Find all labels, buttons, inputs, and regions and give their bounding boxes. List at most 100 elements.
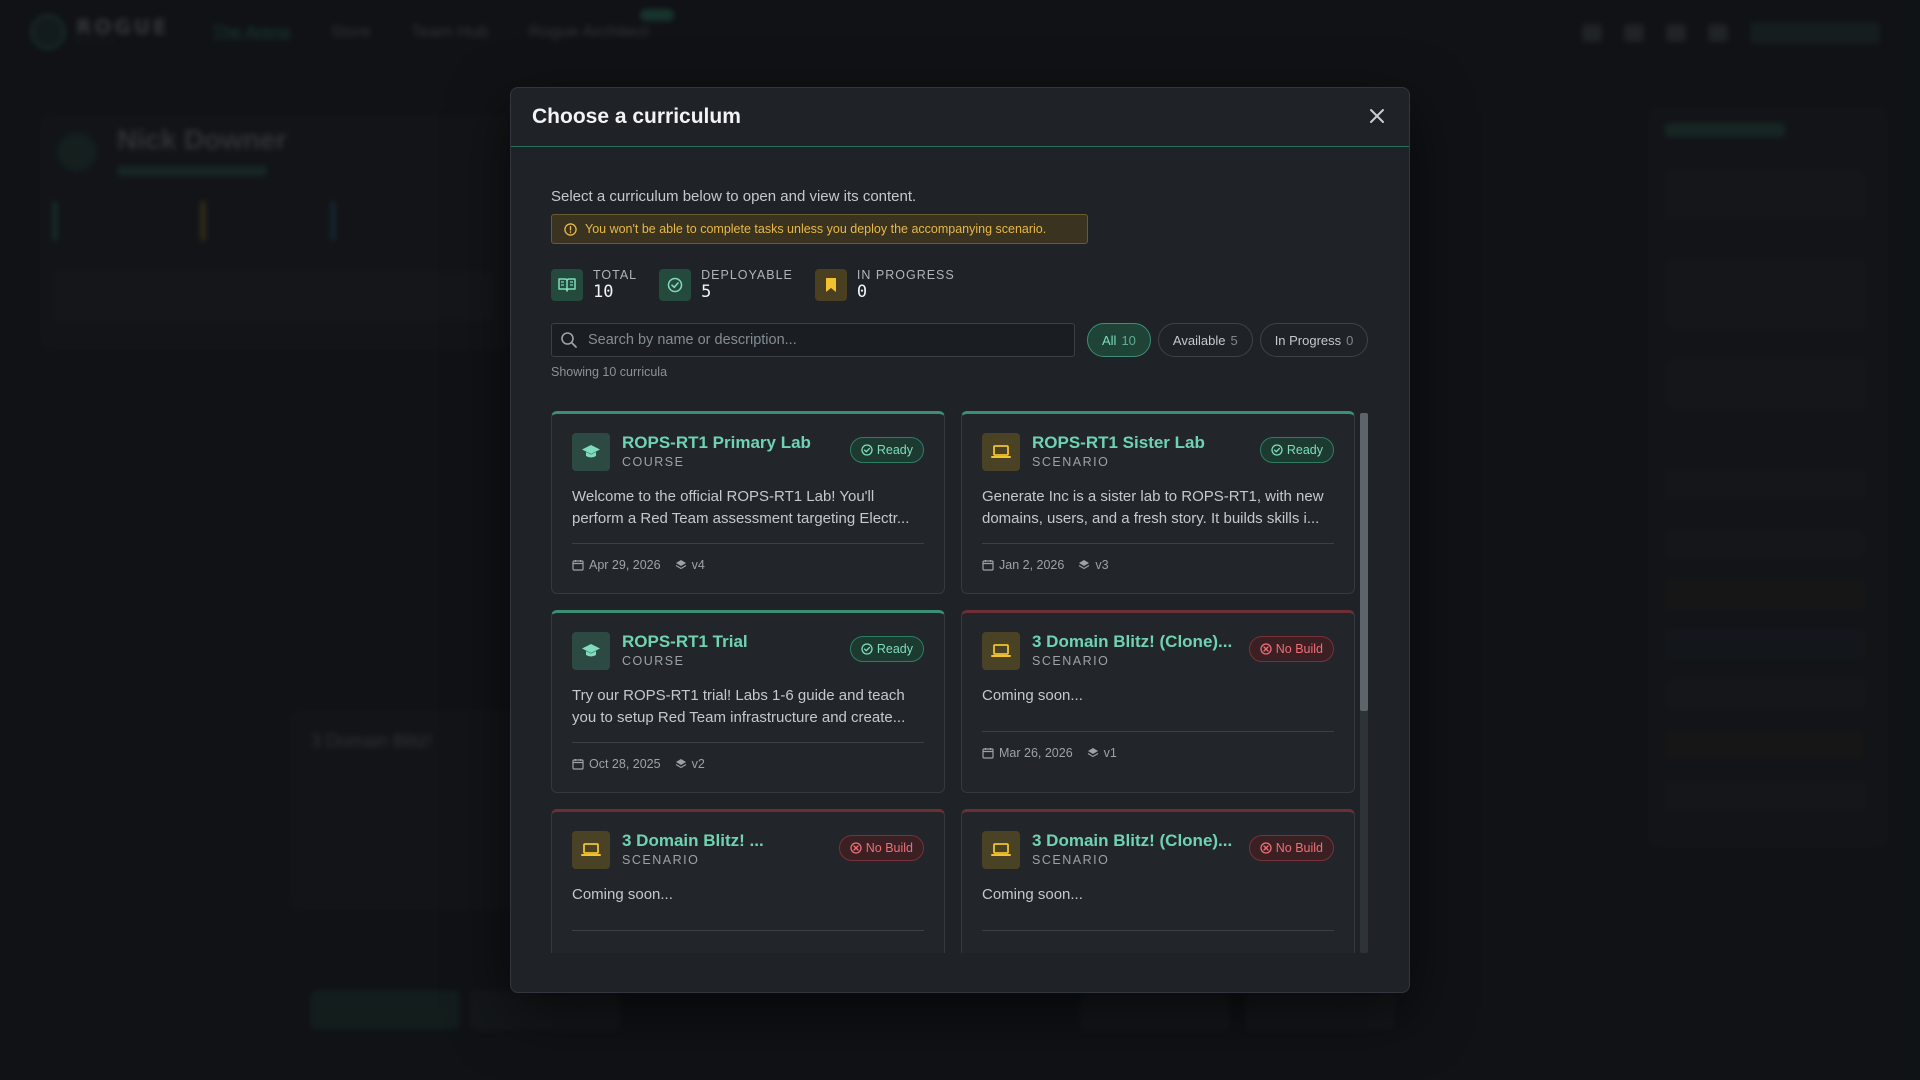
filter-available-label: Available <box>1172 332 1226 348</box>
filter-available[interactable]: Available 5 <box>1157 323 1253 357</box>
card-version: v1 <box>1087 746 1117 760</box>
calendar-icon <box>572 759 584 770</box>
check-circle-icon <box>659 269 692 301</box>
card-title: ROPS-RT1 Primary Lab <box>622 433 811 452</box>
x-circle-icon <box>1260 643 1272 655</box>
stat-in-progress-value: 0 <box>856 282 868 302</box>
close-icon <box>1370 109 1384 123</box>
stat-deployable: DEPLOYABLE 5 <box>659 268 793 302</box>
card-version-text: v4 <box>691 558 705 572</box>
curriculum-card[interactable]: ROPS-RT1 Primary Lab COURSE Ready Welcome t… <box>551 411 945 594</box>
status-label: Ready <box>1286 443 1323 457</box>
calendar-icon <box>982 560 994 571</box>
card-type: SCENARIO <box>1032 455 1110 469</box>
curriculum-card[interactable]: ROPS-RT1 Sister Lab SCENARIO Ready Generate… <box>961 411 1355 594</box>
status-label: No Build <box>1275 642 1323 656</box>
results-count: Showing 10 curricula <box>551 365 668 379</box>
filter-available-count: 5 <box>1230 332 1238 348</box>
filter-in-progress-count: 0 <box>1346 332 1354 348</box>
card-description: Welcome to the official ROPS-RT1 Lab! Yo… <box>572 488 910 527</box>
info-icon <box>564 222 577 236</box>
status-label: Ready <box>876 443 913 457</box>
curriculum-card[interactable]: 3 Domain Blitz! (Clone)... SCENARIO No Bui… <box>961 809 1355 953</box>
card-title: 3 Domain Blitz! (Clone)... <box>1032 632 1233 651</box>
filter-all-label: All <box>1102 332 1117 348</box>
card-description: Coming soon... <box>572 886 673 903</box>
bookmark-icon <box>814 269 847 301</box>
warning-text: You won't be able to complete tasks unle… <box>585 222 1047 236</box>
x-circle-icon <box>850 842 862 854</box>
curriculum-card[interactable]: ROPS-RT1 Trial COURSE Ready Try our ROPS-RT… <box>551 610 945 793</box>
scrollbar[interactable] <box>1360 413 1368 953</box>
card-description: Try our ROPS-RT1 trial! Labs 1-6 guide a… <box>572 687 906 726</box>
card-version-text: v3 <box>1095 558 1109 572</box>
card-divider <box>982 930 1334 931</box>
card-divider <box>572 543 924 544</box>
card-title: 3 Domain Blitz! (Clone)... <box>1032 831 1233 850</box>
status-badge: No Build <box>1248 636 1334 662</box>
filter-in-progress-label: In Progress <box>1274 332 1342 348</box>
filter-chips: All 10 Available 5 In Progress 0 <box>1087 323 1369 357</box>
check-circle-icon <box>861 643 873 655</box>
status-badge: Ready <box>1259 437 1334 463</box>
layers-icon <box>1079 560 1090 570</box>
x-circle-icon <box>1260 842 1272 854</box>
curriculum-card[interactable]: 3 Domain Blitz! ... SCENARIO No Build Comin… <box>551 809 945 953</box>
calendar-icon <box>572 560 584 571</box>
status-badge: Ready <box>849 636 924 662</box>
status-badge: Ready <box>849 437 924 463</box>
card-date-text: Jan 2, 2026 <box>999 558 1065 572</box>
status-label: Ready <box>876 642 913 656</box>
card-date: Apr 29, 2026 <box>572 558 661 572</box>
close-button[interactable] <box>1363 102 1391 130</box>
scrollbar-thumb[interactable] <box>1360 413 1368 711</box>
graduation-cap-icon <box>572 433 610 471</box>
card-type: COURSE <box>622 455 685 469</box>
calendar-icon <box>982 748 994 759</box>
card-title: ROPS-RT1 Sister Lab <box>1032 433 1205 452</box>
card-date-text: Apr 29, 2026 <box>589 558 661 572</box>
intro-text: Select a curriculum below to open and vi… <box>551 188 917 205</box>
status-label: No Build <box>1275 841 1323 855</box>
card-type: COURSE <box>622 654 685 668</box>
card-divider <box>982 731 1334 732</box>
filter-in-progress[interactable]: In Progress 0 <box>1259 323 1369 357</box>
status-label: No Build <box>865 841 913 855</box>
curriculum-modal: Choose a curriculum Select a curriculum … <box>510 87 1410 993</box>
card-meta: Apr 29, 2026 v4 <box>572 558 705 572</box>
layers-icon <box>675 759 686 769</box>
stat-total-label: TOTAL <box>593 268 638 282</box>
stat-deployable-label: DEPLOYABLE <box>701 268 793 282</box>
curriculum-grid: ROPS-RT1 Primary Lab COURSE Ready Welcome t… <box>551 411 1370 953</box>
check-circle-icon <box>1271 444 1283 456</box>
status-badge: No Build <box>838 835 924 861</box>
status-badge: No Build <box>1248 835 1334 861</box>
search-box <box>551 323 1075 357</box>
card-date: Jan 2, 2026 <box>982 558 1064 572</box>
layers-icon <box>1087 748 1098 758</box>
card-version: v2 <box>675 757 705 771</box>
book-icon <box>551 269 583 301</box>
check-circle-icon <box>861 444 873 456</box>
stat-deployable-value: 5 <box>701 282 712 302</box>
stat-in-progress: IN PROGRESS 0 <box>814 268 955 302</box>
curriculum-card[interactable]: 3 Domain Blitz! (Clone)... SCENARIO No Bui… <box>961 610 1355 793</box>
card-type: SCENARIO <box>1032 853 1110 867</box>
filter-all[interactable]: All 10 <box>1087 323 1151 357</box>
card-version-text: v1 <box>1103 746 1117 760</box>
card-title: ROPS-RT1 Trial <box>622 632 748 651</box>
laptop-icon <box>572 831 610 869</box>
search-input[interactable] <box>588 332 1068 348</box>
card-version: v4 <box>675 558 705 572</box>
card-divider <box>982 543 1334 544</box>
graduation-cap-icon <box>572 632 610 670</box>
card-date-text: Mar 26, 2026 <box>999 746 1073 760</box>
card-divider <box>572 742 924 743</box>
modal-title: Choose a curriculum <box>532 105 741 128</box>
card-type: SCENARIO <box>1032 654 1110 668</box>
filter-all-count: 10 <box>1121 332 1136 348</box>
card-version: v3 <box>1078 558 1109 572</box>
stat-total-value: 10 <box>593 282 614 302</box>
laptop-icon <box>982 632 1020 670</box>
card-description: Generate Inc is a sister lab to ROPS-RT1… <box>982 488 1324 527</box>
